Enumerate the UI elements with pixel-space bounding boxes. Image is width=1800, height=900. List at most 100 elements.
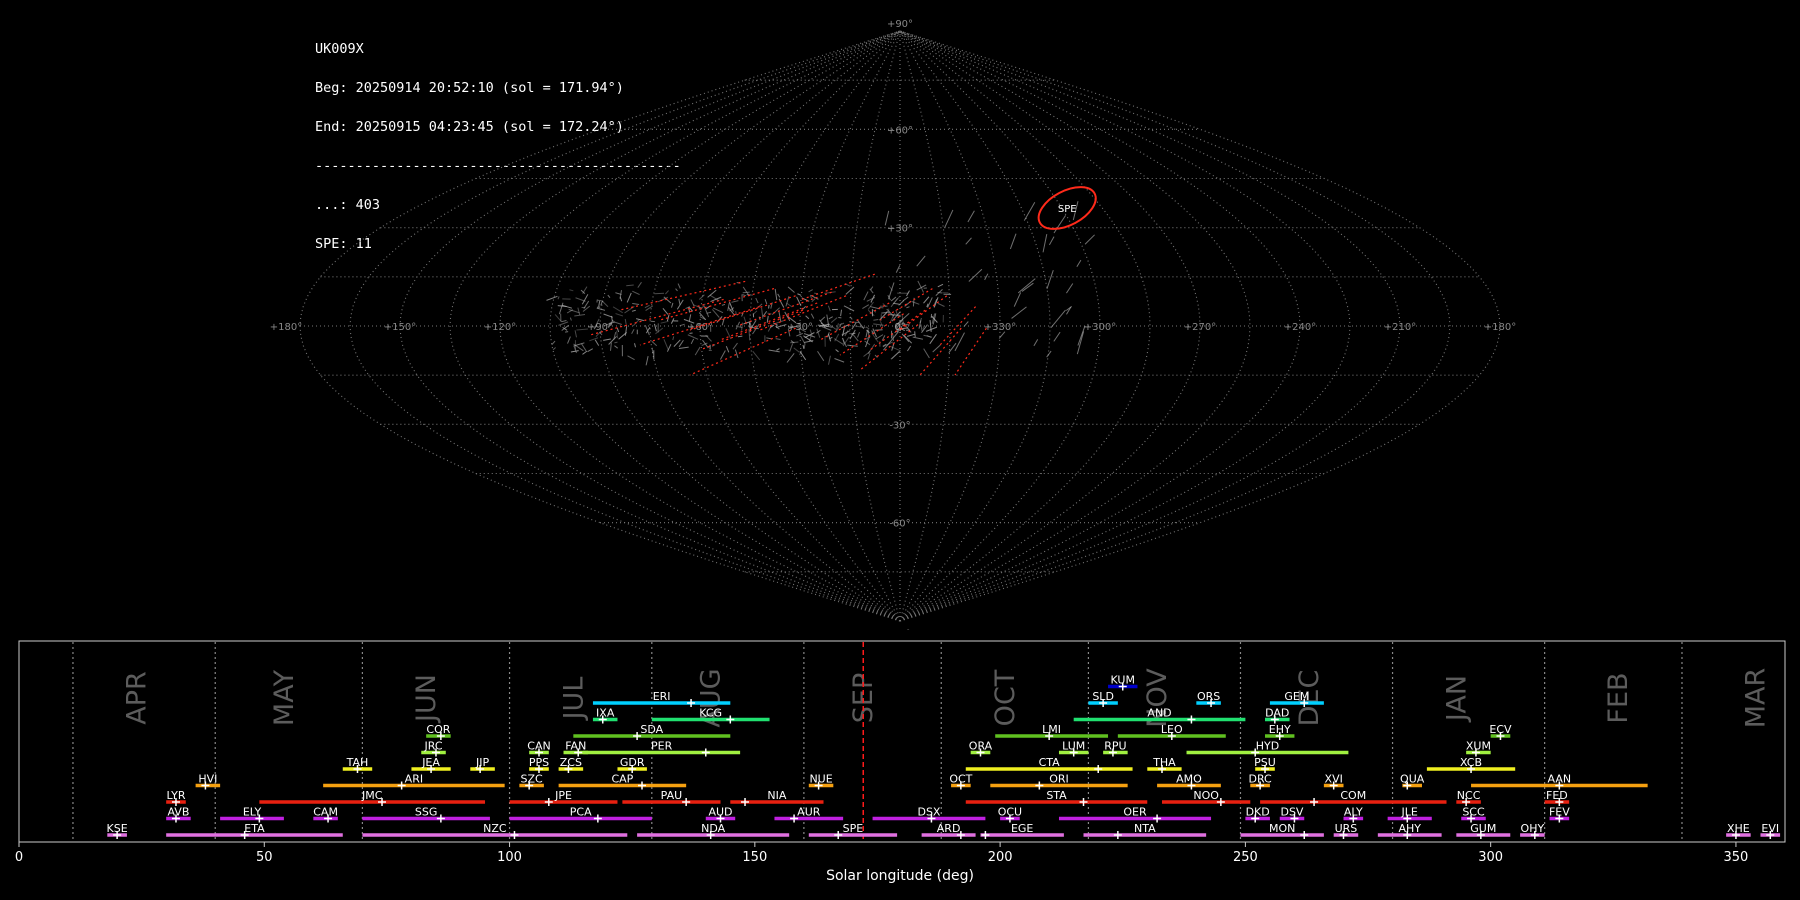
- shower-hyd: HYD: [1186, 740, 1349, 757]
- shower-nia: NIA: [730, 789, 824, 806]
- shower-fed: FED: [1544, 789, 1570, 806]
- shower-code-label: SPE: [843, 822, 864, 835]
- shower-qua: QUA: [1400, 773, 1425, 790]
- shower-psu: PSU: [1254, 756, 1276, 773]
- shower-nta: NTA: [1083, 822, 1207, 839]
- shower-code-label: SDA: [640, 723, 663, 736]
- shower-pca: PCA: [509, 806, 652, 823]
- x-axis-label: Solar longitude (deg): [826, 868, 974, 884]
- shower-gum: GUM: [1456, 822, 1511, 839]
- shower-code-label: CTA: [1039, 756, 1061, 769]
- shower-code-label: ZCS: [560, 756, 582, 769]
- shower-sld: SLD: [1088, 690, 1118, 707]
- shower-code-label: HVI: [198, 773, 217, 786]
- shower-code-label: FEV: [1549, 806, 1570, 819]
- month-label: JAN: [1441, 675, 1472, 723]
- shower-code-label: HYD: [1256, 740, 1279, 753]
- x-tick-label: 350: [1724, 850, 1749, 865]
- shower-aur: AUR: [774, 806, 844, 823]
- shower-code-label: GDR: [620, 756, 645, 769]
- shower-lyr: LYR: [166, 789, 186, 806]
- shower-sta: STA: [965, 789, 1148, 806]
- shower-code-label: DKD: [1246, 806, 1270, 819]
- shower-code-label: AUR: [797, 806, 821, 819]
- shower-jpe: JPE: [509, 789, 618, 806]
- shower-code-label: STA: [1046, 789, 1067, 802]
- shower-nue: NUE: [808, 773, 834, 790]
- shower-code-label: AAN: [1548, 773, 1572, 786]
- shower-xvi: XVI: [1323, 773, 1344, 790]
- shower-code-label: JRC: [424, 740, 443, 753]
- shower-code-label: ORA: [969, 740, 993, 753]
- shower-cap: CAP: [558, 773, 687, 790]
- shower-jrc: JRC: [421, 740, 446, 757]
- shower-code-label: NCC: [1457, 789, 1481, 802]
- month-label: MAR: [1741, 668, 1772, 729]
- shower-code-label: PAU: [661, 789, 683, 802]
- shower-timeline: APR MAY JUN JUL AUG SEP OCT NOV DEC JAN FEB MARKUME…: [15, 640, 1786, 865]
- shower-code-label: XVI: [1325, 773, 1343, 786]
- shower-code-label: PER: [651, 740, 673, 753]
- shower-code-label: AND: [1147, 707, 1171, 720]
- shower-ege: EGE: [980, 822, 1064, 839]
- shower-code-label: ORI: [1049, 773, 1069, 786]
- shower-code-label: ARD: [937, 822, 961, 835]
- shower-ors: ORS: [1196, 690, 1221, 707]
- shower-jip: JIP: [470, 756, 495, 773]
- shower-drc: DRC: [1248, 773, 1272, 790]
- shower-ari: ARI: [323, 773, 505, 790]
- shower-code-label: COM: [1340, 789, 1366, 802]
- shower-code-label: AVB: [167, 806, 189, 819]
- shower-code-label: NZC: [483, 822, 507, 835]
- shower-xhe: XHE: [1726, 822, 1751, 839]
- shower-code-label: QUA: [1400, 773, 1425, 786]
- shower-code-label: XCB: [1460, 756, 1482, 769]
- x-tick-label: 150: [742, 850, 767, 865]
- shower-code-label: NTA: [1134, 822, 1156, 835]
- shower-code-label: SSG: [415, 806, 438, 819]
- shower-ecv: ECV: [1489, 723, 1512, 740]
- shower-dad: DAD: [1265, 707, 1290, 724]
- shower-code-label: XUM: [1466, 740, 1491, 753]
- shower-oct: OCT: [949, 773, 973, 790]
- shower-code-label: TAH: [346, 756, 369, 769]
- shower-code-label: LUM: [1062, 740, 1085, 753]
- shower-code-label: PSU: [1254, 756, 1276, 769]
- shower-code-label: LYR: [166, 789, 185, 802]
- shower-fev: FEV: [1549, 806, 1570, 823]
- shower-per: PER: [583, 740, 741, 757]
- shower-code-label: ORS: [1197, 690, 1220, 703]
- shower-code-label: KSE: [107, 822, 128, 835]
- shower-jle: JLE: [1387, 806, 1432, 823]
- shower-code-label: OCU: [998, 806, 1022, 819]
- shower-code-label: LMI: [1042, 723, 1061, 736]
- month-label: JUN: [411, 674, 442, 724]
- shower-gdr: GDR: [617, 756, 647, 773]
- shower-evi: EVI: [1760, 822, 1781, 839]
- shower-ohy: OHY: [1520, 822, 1545, 839]
- shower-ora: ORA: [969, 740, 993, 757]
- shower-code-label: OER: [1123, 806, 1147, 819]
- shower-code-label: COR: [426, 723, 450, 736]
- shower-code-label: CAN: [527, 740, 550, 753]
- x-tick-label: 0: [15, 850, 23, 865]
- shower-aly: ALY: [1343, 806, 1364, 823]
- shower-code-label: JLE: [1401, 806, 1418, 819]
- shower-code-label: NOO: [1193, 789, 1219, 802]
- shower-code-label: GUM: [1470, 822, 1496, 835]
- shower-code-label: OCT: [949, 773, 972, 786]
- shower-urs: URS: [1333, 822, 1359, 839]
- shower-code-label: JIP: [475, 756, 489, 769]
- shower-code-label: AMO: [1176, 773, 1202, 786]
- shower-dkd: DKD: [1245, 806, 1270, 823]
- shower-code-label: PCA: [570, 806, 592, 819]
- month-label: FEB: [1603, 672, 1634, 723]
- shower-avb: AVB: [166, 806, 191, 823]
- shower-code-label: THA: [1152, 756, 1176, 769]
- shower-code-label: DAD: [1265, 707, 1289, 720]
- shower-rpu: RPU: [1103, 740, 1128, 757]
- x-tick-label: 100: [497, 850, 522, 865]
- shower-code-label: KCG: [699, 707, 722, 720]
- shower-scc: SCC: [1461, 806, 1486, 823]
- shower-code-label: MON: [1269, 822, 1295, 835]
